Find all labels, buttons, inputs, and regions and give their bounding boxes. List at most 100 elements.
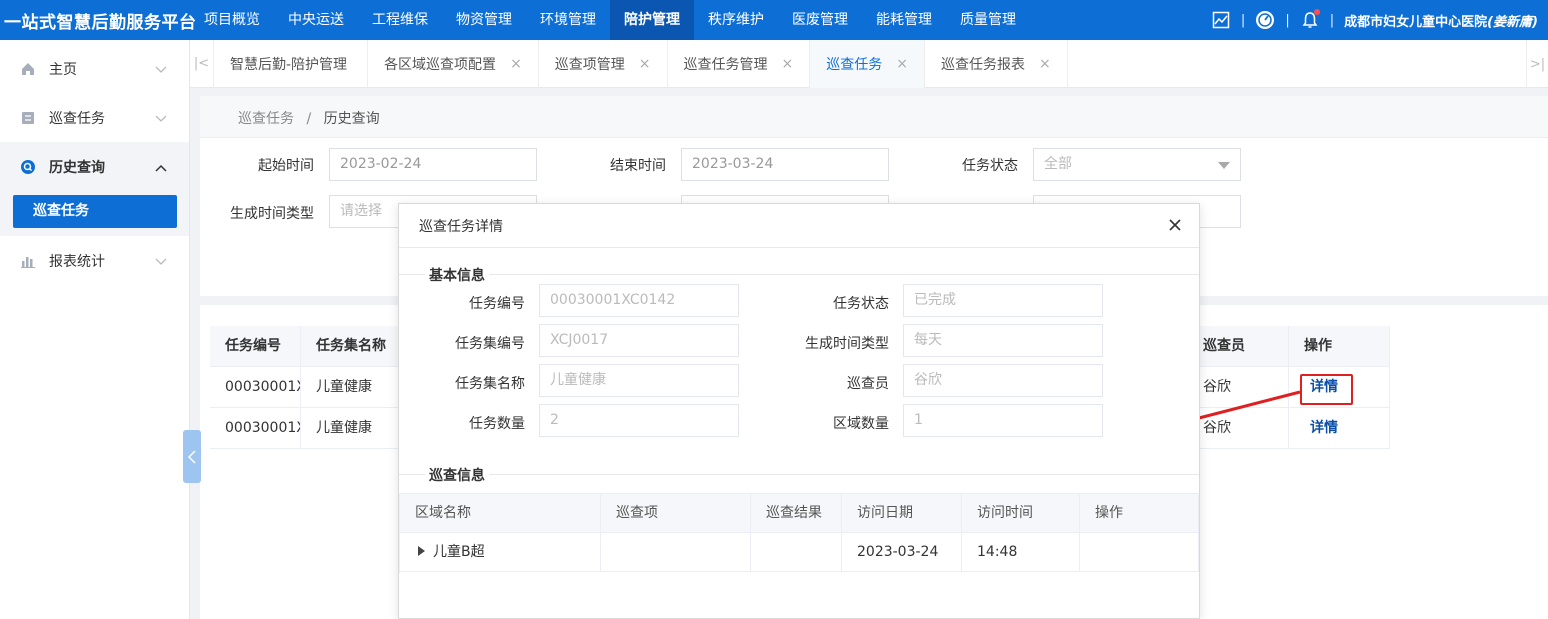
section-divider (399, 474, 1199, 475)
sidebar-collapse-button[interactable] (183, 430, 201, 483)
patrol-info-table: 区域名称 巡查项 巡查结果 访问日期 访问时间 操作 儿童B超 2023-03-… (399, 493, 1199, 573)
set-no-field: XCJ0017 (539, 324, 739, 357)
gen-type-label: 生成时间类型 (230, 206, 314, 222)
table-header-area: 区域名称 (400, 494, 601, 533)
tab-patrol-task-manage[interactable]: 巡查任务管理 × (668, 39, 811, 88)
table-cell-area[interactable]: 儿童B超 (400, 533, 601, 572)
gen-type-label: 生成时间类型 (805, 336, 889, 352)
app-title: 一站式智慧后勤服务平台 (4, 12, 197, 33)
dialog-title: 巡查任务详情 (419, 219, 503, 235)
close-icon[interactable] (1167, 217, 1183, 233)
sidebar-item-history[interactable]: 历史查询 (0, 142, 189, 191)
start-time-input[interactable]: 2023-02-24 (329, 148, 537, 181)
close-icon[interactable]: × (1039, 56, 1051, 72)
nav-item-engineering[interactable]: 工程维保 (358, 0, 442, 40)
sidebar: 主页 巡查任务 历史查询 巡查任务 报表统计 (0, 40, 190, 619)
task-detail-dialog: 巡查任务详情 基本信息 任务编号 00030001XC0142 任务状态 已完成… (398, 203, 1200, 619)
nav-item-escort[interactable]: 陪护管理 (610, 0, 694, 40)
end-time-input[interactable]: 2023-03-24 (681, 148, 889, 181)
chevron-down-icon (155, 62, 167, 78)
tab-escort-home[interactable]: 智慧后勤-陪护管理 (214, 39, 369, 88)
sidebar-item-label: 历史查询 (49, 159, 105, 176)
nav-item-order[interactable]: 秩序维护 (694, 0, 778, 40)
table-header-inspector: 巡查员 (1188, 326, 1289, 367)
tab-scroll-left-button[interactable]: |< (190, 39, 214, 88)
tab-area-config[interactable]: 各区域巡查项配置 × (368, 39, 539, 88)
tab-patrol-item[interactable]: 巡查项管理 × (539, 39, 668, 88)
task-count-field: 2 (539, 404, 739, 437)
table-header-set-name: 任务集名称 (301, 326, 401, 367)
nav-item-project-overview[interactable]: 项目概览 (190, 0, 274, 40)
chart-icon[interactable] (1211, 10, 1231, 30)
dashboard-icon[interactable] (1255, 10, 1275, 30)
task-status-select[interactable]: 全部 (1033, 148, 1241, 181)
close-icon[interactable]: × (782, 56, 794, 72)
highlight-box (1300, 374, 1353, 405)
nav-item-quality[interactable]: 质量管理 (946, 0, 1030, 40)
end-time-label: 结束时间 (610, 158, 666, 174)
tab-label: 巡查任务 (826, 56, 883, 73)
sidebar-item-home[interactable]: 主页 (0, 44, 189, 93)
table-cell-op (1080, 533, 1199, 572)
tab-label: 巡查任务管理 (683, 56, 768, 73)
chevron-up-icon (155, 160, 167, 176)
main-nav: 项目概览 中央运送 工程维保 物资管理 环境管理 陪护管理 秩序维护 医废管理 … (190, 0, 1030, 40)
close-icon[interactable]: × (896, 56, 908, 72)
gen-type-field: 每天 (903, 324, 1103, 357)
set-no-label: 任务集编号 (455, 336, 525, 352)
close-icon[interactable]: × (510, 56, 522, 72)
bell-icon[interactable] (1300, 9, 1320, 30)
home-icon (20, 61, 36, 77)
search-icon (20, 159, 36, 175)
chevron-down-icon (155, 111, 167, 127)
breadcrumb-parent[interactable]: 巡查任务 (238, 111, 294, 127)
task-status-label: 任务状态 (833, 296, 889, 312)
detail-link[interactable]: 详情 (1310, 420, 1338, 436)
table-header-date: 访问日期 (842, 494, 962, 533)
nav-item-energy[interactable]: 能耗管理 (862, 0, 946, 40)
breadcrumb-separator: / (306, 111, 312, 127)
inspector-field: 谷欣 (903, 364, 1103, 397)
table-cell-task-no: 00030001XC (210, 408, 301, 449)
close-icon[interactable]: × (639, 56, 651, 72)
area-count-field: 1 (903, 404, 1103, 437)
caret-right-icon[interactable] (418, 546, 425, 556)
table-header-result: 巡查结果 (751, 494, 842, 533)
org-name: 成都市妇女儿童中心医院 (1344, 14, 1488, 30)
patrol-info-title: 巡查信息 (425, 465, 489, 485)
task-status-value: 全部 (1044, 156, 1072, 172)
sidebar-item-patrol-task[interactable]: 巡查任务 (0, 93, 189, 142)
area-count-label: 区域数量 (833, 416, 889, 432)
tab-label: 各区域巡查项配置 (384, 56, 497, 73)
tab-patrol-task[interactable]: 巡查任务 × (810, 39, 925, 88)
table-header-op: 操作 (1080, 494, 1199, 533)
table-header-op: 操作 (1289, 326, 1390, 367)
task-status-field: 已完成 (903, 284, 1103, 317)
nav-item-central-transport[interactable]: 中央运送 (274, 0, 358, 40)
table-header-item: 巡查项 (601, 494, 751, 533)
breadcrumb: 巡查任务 / 历史查询 (238, 108, 380, 128)
task-count-label: 任务数量 (469, 416, 525, 432)
nav-item-medical-waste[interactable]: 医废管理 (778, 0, 862, 40)
table-cell-result (751, 533, 842, 572)
sidebar-item-report[interactable]: 报表统计 (0, 236, 189, 285)
table-cell-date: 2023-03-24 (842, 533, 962, 572)
sidebar-item-label: 主页 (49, 61, 77, 78)
chevron-down-icon (155, 254, 167, 270)
task-no-field: 00030001XC0142 (539, 284, 739, 317)
sidebar-subitem-patrol-task[interactable]: 巡查任务 (13, 195, 177, 228)
table-cell-set-name: 儿童健康 (301, 367, 401, 408)
top-right-tools: | | | 成都市妇女儿童中心医院(姜新庸) (1211, 0, 1538, 40)
nav-item-environment[interactable]: 环境管理 (526, 0, 610, 40)
tab-scroll-right-button[interactable]: >| (1526, 40, 1548, 88)
task-no-label: 任务编号 (469, 296, 525, 312)
tab-label: 智慧后勤-陪护管理 (230, 56, 348, 73)
nav-item-materials[interactable]: 物资管理 (442, 0, 526, 40)
user-info[interactable]: 成都市妇女儿童中心医院(姜新庸) (1344, 11, 1538, 30)
sidebar-group-history: 历史查询 巡查任务 (0, 142, 189, 236)
notification-dot (1313, 9, 1320, 15)
tab-patrol-report[interactable]: 巡查任务报表 × (925, 39, 1068, 88)
top-navbar: 一站式智慧后勤服务平台 项目概览 中央运送 工程维保 物资管理 环境管理 陪护管… (0, 0, 1548, 40)
separator: | (1240, 12, 1246, 28)
task-status-label: 任务状态 (962, 158, 1018, 174)
